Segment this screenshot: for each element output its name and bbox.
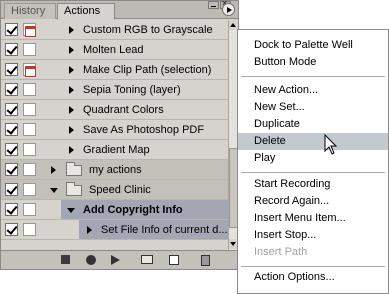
actions-palette: History Actions Custom RGB to Grayscale … [0, 0, 239, 270]
menu-item-dock-to-palette-well[interactable]: Dock to Palette Well [238, 37, 388, 54]
expand-triangle-icon[interactable] [69, 126, 74, 134]
tab-actions[interactable]: Actions [57, 3, 115, 20]
toggle-checkbox[interactable] [5, 163, 18, 176]
action-label: Add Copyright Info [83, 204, 183, 216]
palette-tab-bar: History Actions [1, 0, 238, 20]
menu-item-button-mode[interactable]: Button Mode [238, 54, 388, 71]
menu-separator [241, 266, 385, 267]
toggle-checkbox[interactable] [5, 183, 18, 196]
action-set-row[interactable]: Speed Clinic [1, 180, 228, 200]
dialog-toggle-icon[interactable] [23, 163, 36, 176]
menu-item-new-set[interactable]: New Set... [238, 99, 388, 116]
toggle-checkbox[interactable] [5, 43, 18, 56]
action-label: Gradient Map [83, 144, 150, 156]
expand-triangle-icon[interactable] [69, 86, 74, 94]
menu-item-duplicate[interactable]: Duplicate [238, 116, 388, 133]
play-icon[interactable] [111, 255, 120, 265]
menu-item-delete[interactable]: Delete [238, 133, 388, 150]
record-icon[interactable] [86, 255, 96, 265]
toggle-checkbox[interactable] [5, 223, 18, 236]
new-set-icon[interactable] [141, 255, 153, 264]
expand-triangle-icon[interactable] [69, 46, 74, 54]
menu-item-insert-stop[interactable]: Insert Stop... [238, 227, 388, 244]
action-label: Custom RGB to Grayscale [83, 24, 213, 36]
expand-triangle-icon[interactable] [69, 26, 74, 34]
new-action-icon[interactable] [169, 255, 179, 265]
expand-triangle-icon[interactable] [51, 166, 56, 174]
menu-item-insert-path: Insert Path [254, 246, 308, 258]
expand-triangle-icon[interactable] [69, 66, 74, 74]
action-label: Make Clip Path (selection) [83, 64, 212, 76]
trash-icon[interactable] [201, 255, 210, 266]
toggle-checkbox[interactable] [5, 203, 18, 216]
dialog-toggle-icon[interactable] [23, 223, 36, 236]
folder-icon [66, 182, 82, 196]
list-item[interactable]: Custom RGB to Grayscale [1, 20, 228, 40]
expand-triangle-icon[interactable] [69, 106, 74, 114]
toggle-checkbox[interactable] [5, 23, 18, 36]
palette-button-bar [1, 250, 238, 269]
dialog-toggle-icon[interactable] [23, 143, 36, 156]
dialog-toggle-icon[interactable] [23, 123, 36, 136]
toggle-checkbox[interactable] [5, 63, 18, 76]
action-label: Molten Lead [83, 44, 144, 56]
list-item[interactable]: Make Clip Path (selection) [1, 60, 228, 80]
dialog-toggle-icon[interactable] [23, 83, 36, 96]
dialog-toggle-icon[interactable] [23, 183, 36, 196]
list-item[interactable]: Sepia Toning (layer) [1, 80, 228, 100]
actions-list: Custom RGB to Grayscale Molten Lead Make… [1, 20, 228, 250]
action-label: Save As Photoshop PDF [83, 124, 205, 136]
menu-item-play[interactable]: Play [238, 150, 388, 167]
dialog-toggle-icon[interactable] [23, 23, 36, 37]
folder-icon [66, 162, 82, 176]
menu-item-insert-menu-item[interactable]: Insert Menu Item... [238, 210, 388, 227]
list-item[interactable]: Quadrant Colors [1, 100, 228, 120]
toggle-checkbox[interactable] [5, 83, 18, 96]
dialog-toggle-icon[interactable] [23, 103, 36, 116]
menu-separator [241, 76, 385, 77]
toggle-checkbox[interactable] [5, 103, 18, 116]
list-item[interactable]: Save As Photoshop PDF [1, 120, 228, 140]
selected-step-row[interactable]: Set File Info of current d... [1, 220, 228, 240]
stop-icon[interactable] [61, 255, 70, 264]
minimize-button[interactable] [208, 1, 219, 9]
step-label: Set File Info of current d... [101, 224, 228, 236]
collapse-triangle-icon[interactable] [50, 188, 58, 193]
dialog-toggle-icon[interactable] [23, 63, 36, 77]
menu-item-new-action[interactable]: New Action... [238, 82, 388, 99]
set-label: Speed Clinic [89, 184, 151, 196]
menu-item-record-again[interactable]: Record Again... [238, 193, 388, 210]
selected-action-row[interactable]: Add Copyright Info [1, 200, 228, 220]
mouse-pointer-icon [324, 134, 338, 155]
collapse-triangle-icon[interactable] [67, 208, 75, 213]
tab-history[interactable]: History [4, 3, 56, 19]
action-set-row[interactable]: my actions [1, 160, 228, 180]
list-item[interactable]: Gradient Map [1, 140, 228, 160]
palette-flyout-menu: Dock to Palette Well Button Mode New Act… [237, 29, 389, 294]
action-label: Quadrant Colors [83, 104, 164, 116]
menu-separator [241, 172, 385, 173]
toggle-checkbox[interactable] [5, 143, 18, 156]
menu-item-action-options[interactable]: Action Options... [238, 269, 388, 286]
dialog-toggle-icon[interactable] [23, 43, 36, 56]
palette-menu-button[interactable] [222, 3, 235, 16]
action-label: Sepia Toning (layer) [83, 84, 181, 96]
dialog-toggle-icon[interactable] [23, 203, 36, 216]
toggle-checkbox[interactable] [5, 123, 18, 136]
expand-triangle-icon[interactable] [87, 226, 92, 234]
list-item[interactable]: Molten Lead [1, 40, 228, 60]
expand-triangle-icon[interactable] [69, 146, 74, 154]
set-label: my actions [89, 164, 142, 176]
menu-item-start-recording[interactable]: Start Recording [238, 176, 388, 193]
